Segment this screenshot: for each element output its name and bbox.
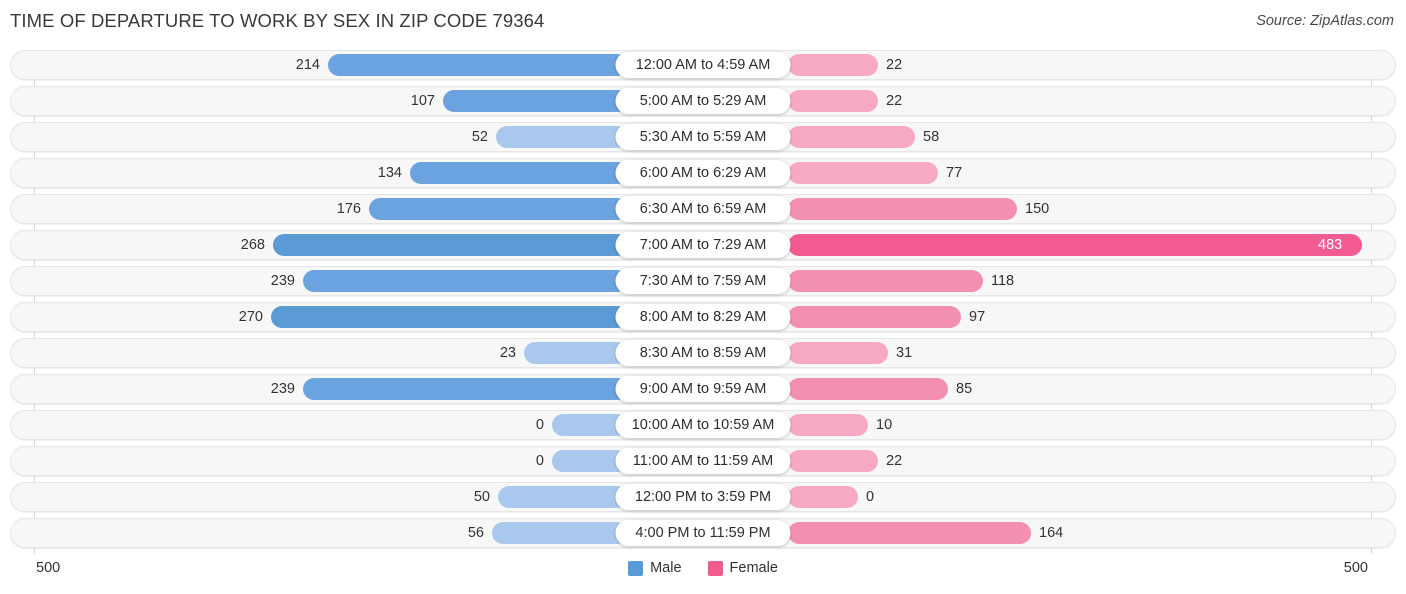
category-label-pill: 10:00 AM to 10:59 AM xyxy=(615,412,791,438)
female-bar[interactable] xyxy=(788,306,961,328)
female-bar[interactable] xyxy=(788,270,983,292)
category-label-pill: 6:00 AM to 6:29 AM xyxy=(615,160,791,186)
table-row[interactable]: 134 77 6:00 AM to 6:29 AM xyxy=(10,158,1396,188)
male-bar[interactable] xyxy=(492,522,628,544)
female-value-label: 22 xyxy=(886,453,903,469)
table-row[interactable]: 0 22 11:00 AM to 11:59 AM xyxy=(10,446,1396,476)
male-value-label: 239 xyxy=(270,273,295,289)
male-value-label: 270 xyxy=(238,309,263,325)
category-label-pill: 7:00 AM to 7:29 AM xyxy=(615,232,791,258)
category-label-pill: 8:30 AM to 8:59 AM xyxy=(615,340,791,366)
source-attribution: Source: ZipAtlas.com xyxy=(1256,13,1394,29)
male-value-label: 50 xyxy=(473,489,490,505)
legend-item[interactable]: Male xyxy=(628,560,682,576)
female-value-label: 31 xyxy=(896,345,913,361)
male-bar[interactable] xyxy=(498,486,628,508)
female-bar[interactable] xyxy=(788,486,858,508)
male-value-label: 0 xyxy=(535,453,544,469)
category-label-pill: 5:30 AM to 5:59 AM xyxy=(615,124,791,150)
category-label-pill: 12:00 PM to 3:59 PM xyxy=(615,484,791,510)
category-label-pill: 7:30 AM to 7:59 AM xyxy=(615,268,791,294)
female-value-label: 22 xyxy=(886,57,903,73)
chart-legend: Male Female xyxy=(0,560,1406,576)
table-row[interactable]: 176 150 6:30 AM to 6:59 AM xyxy=(10,194,1396,224)
male-value-label: 107 xyxy=(410,93,435,109)
table-row[interactable]: 239 118 7:30 AM to 7:59 AM xyxy=(10,266,1396,296)
category-label-pill: 4:00 PM to 11:59 PM xyxy=(615,520,791,546)
male-bar[interactable] xyxy=(443,90,628,112)
male-bar[interactable] xyxy=(369,198,628,220)
male-value-label: 239 xyxy=(270,381,295,397)
legend-label: Male xyxy=(650,560,682,576)
female-value-label: 85 xyxy=(956,381,973,397)
table-row[interactable]: 52 58 5:30 AM to 5:59 AM xyxy=(10,122,1396,152)
table-row[interactable]: 214 22 12:00 AM to 4:59 AM xyxy=(10,50,1396,80)
male-value-label: 214 xyxy=(295,57,320,73)
table-row[interactable]: 239 85 9:00 AM to 9:59 AM xyxy=(10,374,1396,404)
female-bar[interactable] xyxy=(788,90,878,112)
female-bar[interactable] xyxy=(788,234,1362,256)
male-bar[interactable] xyxy=(496,126,628,148)
male-bar[interactable] xyxy=(328,54,628,76)
male-bar[interactable] xyxy=(410,162,628,184)
page-title: TIME OF DEPARTURE TO WORK BY SEX IN ZIP … xyxy=(10,10,545,31)
female-value-label: 58 xyxy=(923,129,940,145)
female-bar[interactable] xyxy=(788,342,888,364)
legend-label: Female xyxy=(729,560,778,576)
table-row[interactable]: 23 31 8:30 AM to 8:59 AM xyxy=(10,338,1396,368)
male-value-label: 268 xyxy=(240,237,265,253)
female-bar[interactable] xyxy=(788,162,938,184)
table-row[interactable]: 268 483 7:00 AM to 7:29 AM xyxy=(10,230,1396,260)
female-value-label: 10 xyxy=(876,417,893,433)
male-bar[interactable] xyxy=(303,378,628,400)
chart-page: TIME OF DEPARTURE TO WORK BY SEX IN ZIP … xyxy=(0,0,1406,594)
female-bar[interactable] xyxy=(788,450,878,472)
male-bar[interactable] xyxy=(273,234,628,256)
male-value-label: 176 xyxy=(336,201,361,217)
category-label-pill: 5:00 AM to 5:29 AM xyxy=(615,88,791,114)
category-label-pill: 9:00 AM to 9:59 AM xyxy=(615,376,791,402)
male-value-label: 23 xyxy=(499,345,516,361)
table-row[interactable]: 270 97 8:00 AM to 8:29 AM xyxy=(10,302,1396,332)
female-bar[interactable] xyxy=(788,378,948,400)
female-value-label: 97 xyxy=(969,309,986,325)
legend-swatch-icon xyxy=(628,560,644,576)
table-row[interactable]: 50 0 12:00 PM to 3:59 PM xyxy=(10,482,1396,512)
legend-swatch-icon xyxy=(707,560,723,576)
female-bar[interactable] xyxy=(788,54,878,76)
chart-footer: 500 500 Male Female xyxy=(0,556,1406,594)
male-bar[interactable] xyxy=(303,270,628,292)
table-row[interactable]: 56 164 4:00 PM to 11:59 PM xyxy=(10,518,1396,548)
female-value-label: 22 xyxy=(886,93,903,109)
table-row[interactable]: 0 10 10:00 AM to 10:59 AM xyxy=(10,410,1396,440)
male-value-label: 52 xyxy=(471,129,488,145)
category-label-pill: 11:00 AM to 11:59 AM xyxy=(615,448,791,474)
male-bar[interactable] xyxy=(271,306,628,328)
female-bar[interactable] xyxy=(788,198,1017,220)
female-value-label: 77 xyxy=(946,165,963,181)
chart-plot-area: 214 22 12:00 AM to 4:59 AM 107 22 5:00 AM to … xyxy=(10,50,1396,554)
female-bar[interactable] xyxy=(788,126,915,148)
female-value-label: 150 xyxy=(1025,201,1050,217)
legend-item[interactable]: Female xyxy=(707,560,778,576)
female-bar[interactable] xyxy=(788,522,1031,544)
category-label-pill: 6:30 AM to 6:59 AM xyxy=(615,196,791,222)
female-bar[interactable] xyxy=(788,414,868,436)
chart-header: TIME OF DEPARTURE TO WORK BY SEX IN ZIP … xyxy=(0,0,1406,42)
male-value-label: 56 xyxy=(467,525,484,541)
category-label-pill: 8:00 AM to 8:29 AM xyxy=(615,304,791,330)
male-value-label: 0 xyxy=(535,417,544,433)
female-value-label: 483 xyxy=(1318,237,1343,253)
female-value-label: 164 xyxy=(1039,525,1064,541)
table-row[interactable]: 107 22 5:00 AM to 5:29 AM xyxy=(10,86,1396,116)
male-value-label: 134 xyxy=(377,165,402,181)
male-bar[interactable] xyxy=(524,342,628,364)
female-value-label: 0 xyxy=(866,489,875,505)
female-value-label: 118 xyxy=(991,273,1015,289)
category-label-pill: 12:00 AM to 4:59 AM xyxy=(615,52,791,78)
